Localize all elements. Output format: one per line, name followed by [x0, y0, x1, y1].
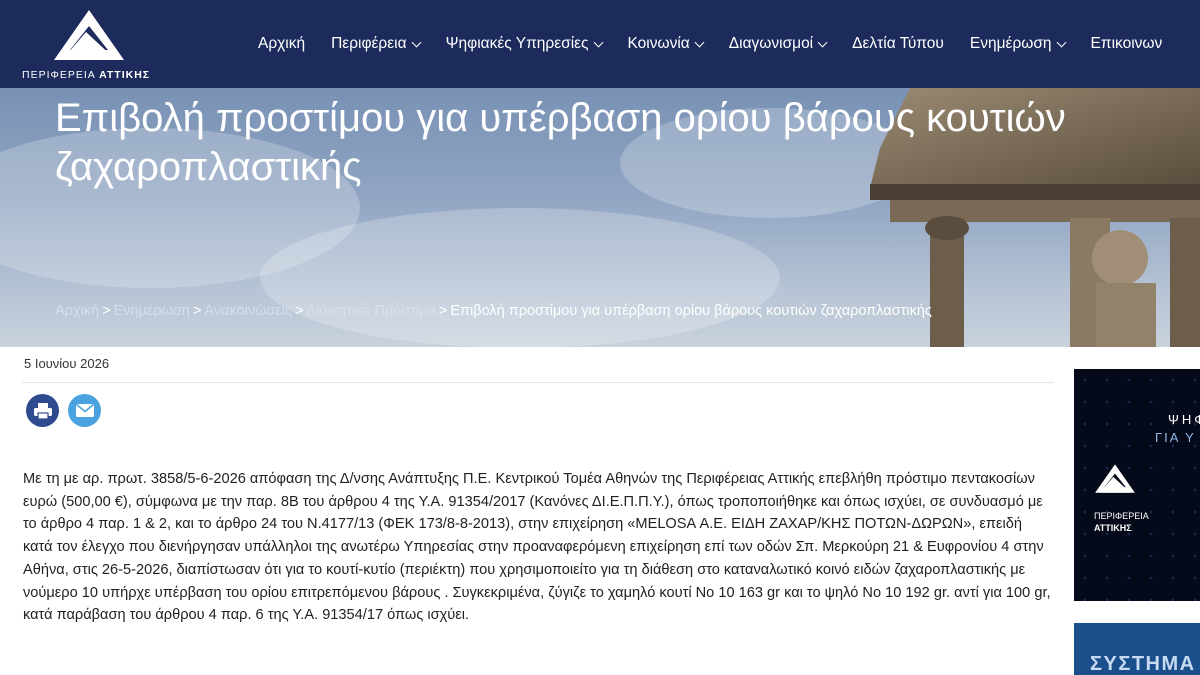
breadcrumb-separator: >	[192, 303, 202, 319]
breadcrumb-link[interactable]: Ανακοινώσεις	[204, 303, 292, 319]
chevron-down-icon	[694, 37, 705, 47]
email-button[interactable]	[68, 394, 101, 427]
nav-item-3[interactable]: Κοινωνία	[627, 35, 705, 53]
nav-label: Δελτία Τύπου	[852, 35, 944, 52]
logo-text: ΠΕΡΙΦΕΡΕΙΑ ΑΤΤΙΚΗΣ	[22, 69, 151, 81]
breadcrumb-link[interactable]: Αρχική	[55, 303, 99, 319]
nav-item-7[interactable]: Επικοινων	[1091, 35, 1163, 53]
breadcrumb-separator: >	[102, 303, 111, 319]
share-buttons	[26, 394, 101, 427]
sidebar-banner-digital[interactable]: ΨΗΦ ΓΙΑ Υ ΠΕΡΙΦΕΡΕΙΑ ΑΤΤΙΚΗΣ	[1074, 369, 1200, 601]
nav-item-6[interactable]: Ενημέρωση	[969, 35, 1066, 53]
print-button[interactable]	[26, 394, 59, 427]
banner-subheading: ΓΙΑ Υ	[1155, 430, 1196, 445]
breadcrumb-separator: >	[295, 303, 304, 319]
nav-item-0[interactable]: Αρχική	[258, 35, 305, 53]
breadcrumb-link[interactable]: Ενημέρωση	[114, 303, 190, 319]
main-navigation: Αρχική Περιφέρεια Ψηφιακές Υπηρεσίες Κοινων…	[258, 0, 1162, 88]
nav-label: Αρχική	[258, 35, 306, 52]
nav-label: Περιφέρεια	[331, 35, 407, 52]
nav-item-2[interactable]: Ψηφιακές Υπηρεσίες	[445, 35, 603, 53]
nav-label: Ενημέρωση	[969, 35, 1052, 52]
publish-date: 5 Ιουνίου 2026	[24, 356, 110, 371]
chevron-down-icon	[593, 37, 603, 47]
nav-item-1[interactable]: Περιφέρεια	[331, 35, 422, 53]
chevron-down-icon	[817, 37, 828, 47]
breadcrumb-current: Επιβολή προστίμου για υπέρβαση ορίου βάρ…	[450, 303, 932, 319]
nav-label: Επικοινων	[1090, 35, 1163, 52]
print-icon	[33, 402, 52, 420]
nav-label: Διαγωνισμοί	[728, 35, 814, 52]
site-logo[interactable]: ΠΕΡΙΦΕΡΕΙΑ ΑΤΤΙΚΗΣ	[22, 6, 162, 84]
email-icon	[75, 403, 94, 417]
sidebar-banner-system[interactable]: ΣΥΣΤΗΜΑ	[1074, 623, 1200, 675]
banner-text: ΣΥΣΤΗΜΑ	[1090, 653, 1196, 675]
chevron-down-icon	[1056, 37, 1066, 47]
chevron-down-icon	[411, 37, 422, 47]
site-header: ΠΕΡΙΦΕΡΕΙΑ ΑΤΤΙΚΗΣ Αρχική Περιφέρεια Ψηφια…	[0, 0, 1200, 88]
breadcrumb: Αρχική > Ενημέρωση > Ανακοινώσεις > Διοικητικά…	[55, 303, 932, 319]
banner-heading: ΨΗΦ	[1168, 412, 1200, 427]
logo-triangle-icon	[1095, 464, 1135, 493]
divider	[22, 382, 1054, 383]
nav-item-5[interactable]: Δελτία Τύπου	[852, 35, 944, 53]
nav-item-4[interactable]: Διαγωνισμοί	[728, 35, 828, 53]
logo-triangle-icon	[54, 10, 124, 60]
breadcrumb-separator: >	[438, 303, 448, 319]
hero-banner: Επιβολή προστίμου για υπέρβαση ορίου βάρ…	[0, 88, 1200, 347]
breadcrumb-link[interactable]: Διοικητικά Πρόστιμα	[306, 303, 435, 319]
article-body: Με τη με αρ. πρωτ. 3858/5-6-2026 απόφαση…	[23, 471, 1051, 624]
page-title: Επιβολή προστίμου για υπέρβαση ορίου βάρ…	[55, 96, 1066, 189]
nav-label: Ψηφιακές Υπηρεσίες	[445, 35, 589, 52]
nav-label: Κοινωνία	[627, 35, 690, 52]
banner-logo-text: ΠΕΡΙΦΕΡΕΙΑ ΑΤΤΙΚΗΣ	[1094, 511, 1149, 533]
